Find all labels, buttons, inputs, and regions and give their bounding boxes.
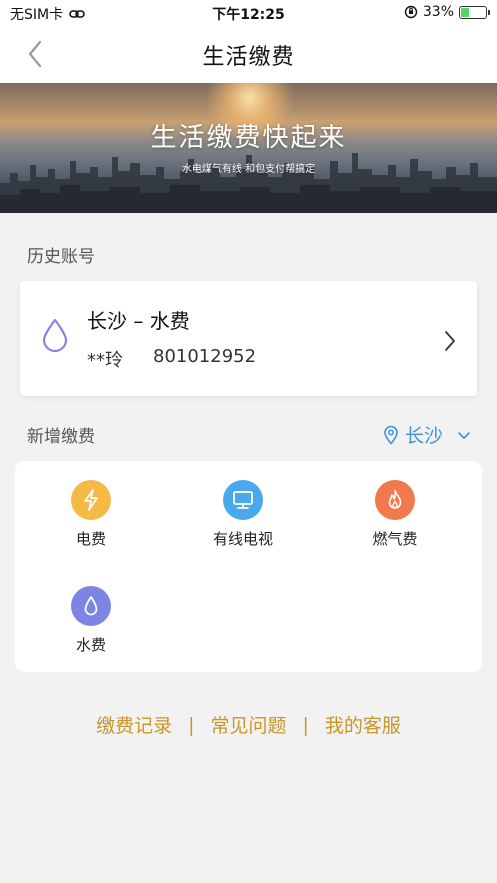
history-account-card[interactable]: 长沙 – 水费 **玲 801012952: [20, 281, 477, 396]
city-selector[interactable]: 长沙: [383, 421, 473, 448]
faq-link[interactable]: 常见问题: [210, 711, 286, 738]
bill-item-label: 水费: [75, 636, 106, 654]
lightning-icon: [84, 489, 98, 511]
chevron-right-icon: [445, 331, 455, 351]
bill-item-icon-bg: [71, 480, 111, 520]
customer-service-link[interactable]: 我的客服: [325, 711, 401, 738]
bill-item-water[interactable]: 水费: [26, 586, 156, 655]
flame-icon: [388, 489, 402, 509]
account-holder-name: **玲: [87, 350, 123, 371]
account-number: 801012952: [153, 346, 257, 367]
page-title: 生活缴费: [202, 45, 295, 70]
battery-icon: [459, 5, 490, 19]
history-section-label: 历史账号: [27, 247, 95, 267]
location-pin-icon: [384, 425, 398, 445]
battery-percent: 33%: [422, 4, 454, 20]
bill-item-electricity[interactable]: 电费: [26, 480, 156, 549]
orientation-lock-icon: [404, 5, 418, 19]
payment-records-link[interactable]: 缴费记录: [96, 711, 172, 738]
bill-item-label: 燃气费: [372, 530, 418, 548]
bill-item-icon-bg: [375, 480, 415, 520]
water-drop-icon: [84, 596, 98, 616]
link-divider: |: [188, 713, 195, 736]
bill-item-cable-tv[interactable]: 有线电视: [178, 480, 308, 549]
bill-item-label: 电费: [75, 530, 106, 548]
banner-subtitle: 水电煤气有线 和包支付帮搞定: [181, 164, 316, 175]
footer-links: 缴费记录 | 常见问题 | 我的客服: [0, 711, 497, 738]
banner-title: 生活缴费快起来: [150, 123, 347, 153]
bill-item-label: 有线电视: [212, 530, 273, 548]
battery-level: [461, 7, 469, 17]
bill-type-panel: 电费 有线电视 燃气费 水费: [15, 461, 482, 672]
monitor-icon: [233, 491, 253, 509]
nav-bar: 生活缴费: [0, 26, 497, 83]
account-title: 长沙 – 水费: [87, 309, 190, 333]
status-right: 33%: [404, 4, 490, 20]
chevron-down-icon: [458, 431, 470, 439]
bill-item-icon-bg: [71, 586, 111, 626]
new-payment-section-label: 新增缴费: [27, 427, 95, 447]
link-divider: |: [302, 713, 309, 736]
status-bar: 无SIM卡 下午12:25 33%: [0, 0, 497, 26]
bill-item-icon-bg: [223, 480, 263, 520]
city-name: 长沙: [404, 425, 443, 447]
promo-banner[interactable]: 生活缴费快起来 水电煤气有线 和包支付帮搞定: [0, 83, 497, 213]
bill-item-gas[interactable]: 燃气费: [330, 480, 460, 549]
water-drop-icon: [42, 318, 68, 353]
